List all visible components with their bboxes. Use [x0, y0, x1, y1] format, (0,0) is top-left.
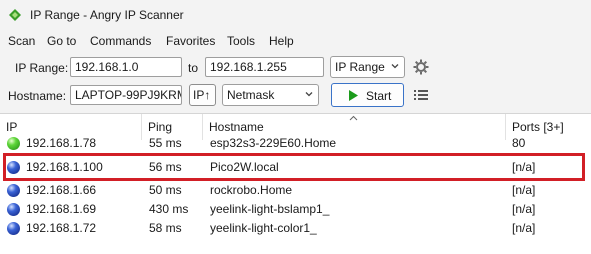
feeder-select[interactable]: IP Range — [330, 56, 405, 78]
ports-cell: 80 — [512, 136, 526, 150]
ip-cell: 192.168.1.72 — [26, 221, 97, 235]
app-icon — [9, 9, 21, 21]
ip-cell: 192.168.1.69 — [26, 202, 97, 216]
hostname-label: Hostname: — [8, 89, 67, 103]
start-button-label: Start — [366, 89, 392, 103]
status-icon — [7, 203, 20, 216]
table-row[interactable]: 192.168.1.69 430 ms yeelink-light-bslamp1_… — [0, 200, 591, 220]
menu-commands[interactable]: Commands — [90, 34, 151, 48]
list-icon[interactable] — [414, 89, 428, 101]
hostname-cell: yeelink-light-color1_ — [210, 221, 317, 235]
table-row[interactable]: 192.168.1.66 50 ms rockrobo.Home [n/a] — [0, 181, 591, 201]
hostname-cell: yeelink-light-bslamp1_ — [210, 202, 330, 216]
chevron-down-icon — [391, 64, 399, 69]
status-icon — [7, 184, 20, 197]
status-icon — [7, 137, 20, 150]
table-row[interactable]: 192.168.1.72 58 ms yeelink-light-color1_ [n… — [0, 219, 591, 239]
results-table: IP Ping Hostname Ports [3+] 192.168.1.78… — [0, 113, 591, 254]
chevron-down-icon — [305, 92, 313, 97]
status-icon — [7, 222, 20, 235]
ping-cell: 430 ms — [149, 202, 189, 216]
play-icon — [349, 90, 358, 101]
netmask-select-value: Netmask — [227, 88, 275, 102]
menu-tools[interactable]: Tools — [227, 34, 255, 48]
menu-scan[interactable]: Scan — [8, 34, 35, 48]
feeder-select-value: IP Range — [335, 60, 385, 74]
ip-range-label: IP Range: — [15, 61, 69, 75]
start-ip-input[interactable]: 192.168.1.0 — [70, 57, 182, 77]
ip-cell: 192.168.1.66 — [26, 183, 97, 197]
netmask-select[interactable]: Netmask — [222, 84, 319, 106]
ip-up-button[interactable]: IP↑ — [189, 84, 216, 106]
start-button[interactable]: Start — [331, 83, 404, 107]
title-bar: IP Range - Angry IP Scanner — [0, 0, 591, 30]
ping-cell: 55 ms — [149, 136, 182, 150]
to-label: to — [188, 61, 199, 75]
sort-up-icon — [349, 115, 358, 121]
hostname-input[interactable]: LAPTOP-99PJ9KRM — [70, 85, 182, 105]
hostname-cell: rockrobo.Home — [210, 183, 293, 197]
gear-icon[interactable] — [412, 58, 430, 76]
table-row[interactable]: 192.168.1.78 55 ms esp32s3-229E60.Home 80 — [0, 134, 591, 154]
ports-cell: [n/a] — [512, 202, 536, 216]
menu-go-to[interactable]: Go to — [47, 34, 76, 48]
ports-cell: [n/a] — [512, 183, 536, 197]
ip-cell: 192.168.1.78 — [26, 136, 97, 150]
hostname-cell: esp32s3-229E60.Home — [210, 136, 337, 150]
ports-cell: [n/a] — [512, 221, 536, 235]
menu-bar: Scan Go to Commands Favorites Tools Help — [0, 32, 591, 50]
menu-favorites[interactable]: Favorites — [166, 34, 215, 48]
ping-cell: 50 ms — [149, 183, 182, 197]
ping-cell: 58 ms — [149, 221, 182, 235]
window-title: IP Range - Angry IP Scanner — [30, 8, 184, 22]
menu-help[interactable]: Help — [269, 34, 294, 48]
end-ip-input[interactable]: 192.168.1.255 — [205, 57, 324, 77]
row-highlight-box — [3, 153, 585, 181]
